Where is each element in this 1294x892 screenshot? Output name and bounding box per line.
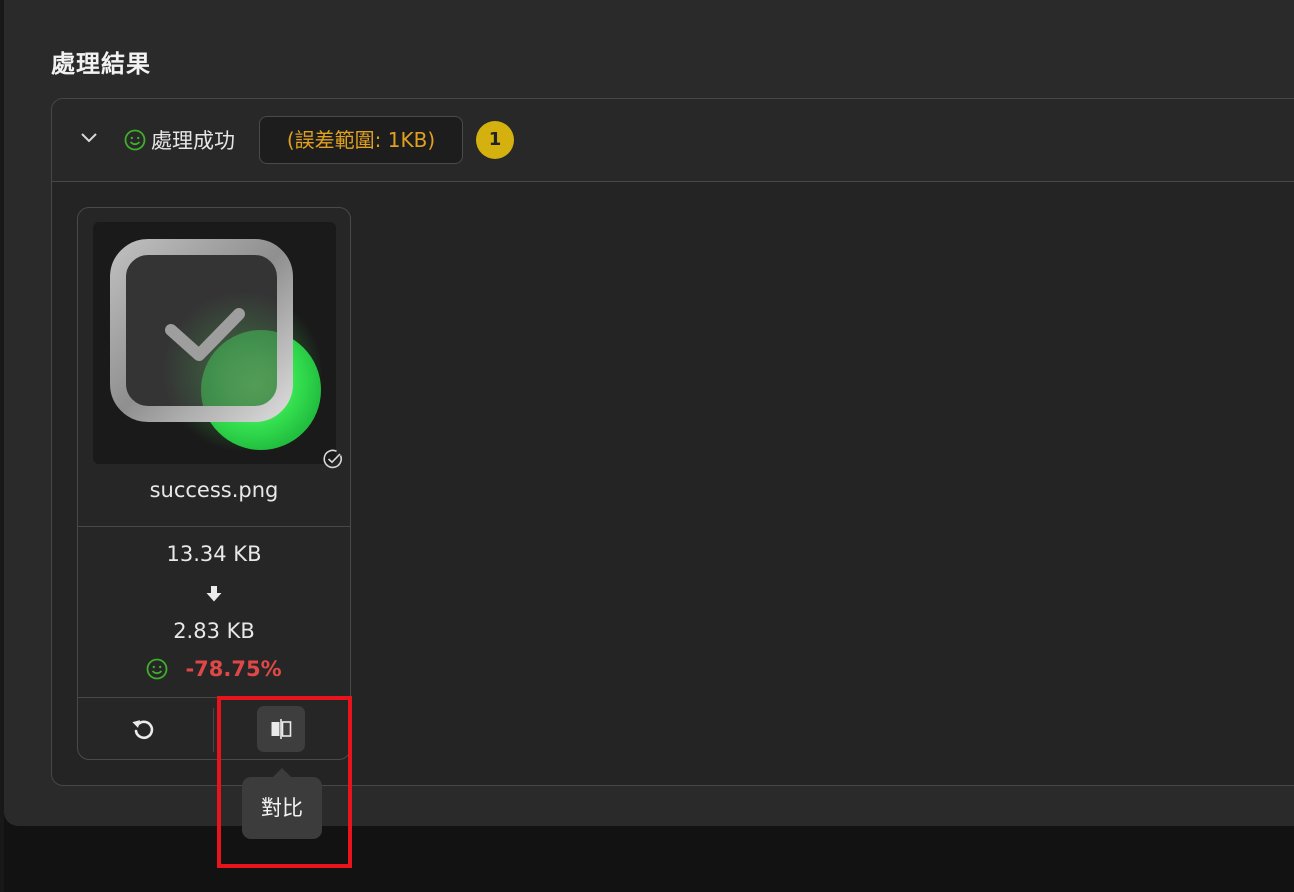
compare-tooltip: 對比 — [242, 768, 322, 839]
file-thumbnail[interactable] — [93, 222, 336, 464]
compare-button[interactable] — [257, 706, 305, 752]
result-group: 處理成功 (誤差範圍: 1KB) 1 success.png 13.34 KB … — [51, 98, 1294, 786]
tolerance-chip: (誤差範圍: 1KB) — [259, 116, 463, 164]
status-label: 處理成功 — [151, 129, 235, 153]
compare-split-icon — [271, 719, 292, 739]
original-size: 13.34 KB — [166, 542, 262, 566]
check-circle-icon — [323, 449, 342, 469]
checkbox-check-green-dot-icon — [110, 239, 323, 452]
ratio-value: -78.75% — [185, 657, 282, 681]
file-card: success.png 13.34 KB 2.83 KB -78.75% — [77, 207, 351, 760]
chevron-down-icon[interactable] — [80, 129, 98, 147]
smile-icon — [124, 129, 146, 151]
page-title: 處理結果 — [51, 50, 151, 78]
group-header[interactable]: 處理成功 (誤差範圍: 1KB) 1 — [52, 99, 1294, 182]
file-name: success.png — [149, 478, 279, 502]
divider — [213, 708, 214, 752]
arrow-down-icon — [206, 586, 222, 602]
compression-ratio: -78.75% — [78, 657, 350, 683]
count-badge: 1 — [476, 121, 514, 159]
results-panel: 處理結果 處理成功 (誤差範圍: 1KB) 1 success.png 13.3… — [4, 0, 1294, 826]
smile-icon — [146, 658, 168, 680]
reset-button[interactable] — [122, 708, 166, 752]
compressed-size: 2.83 KB — [173, 619, 255, 643]
card-actions — [78, 698, 350, 759]
divider — [78, 526, 350, 527]
rotate-ccw-icon — [132, 720, 154, 740]
